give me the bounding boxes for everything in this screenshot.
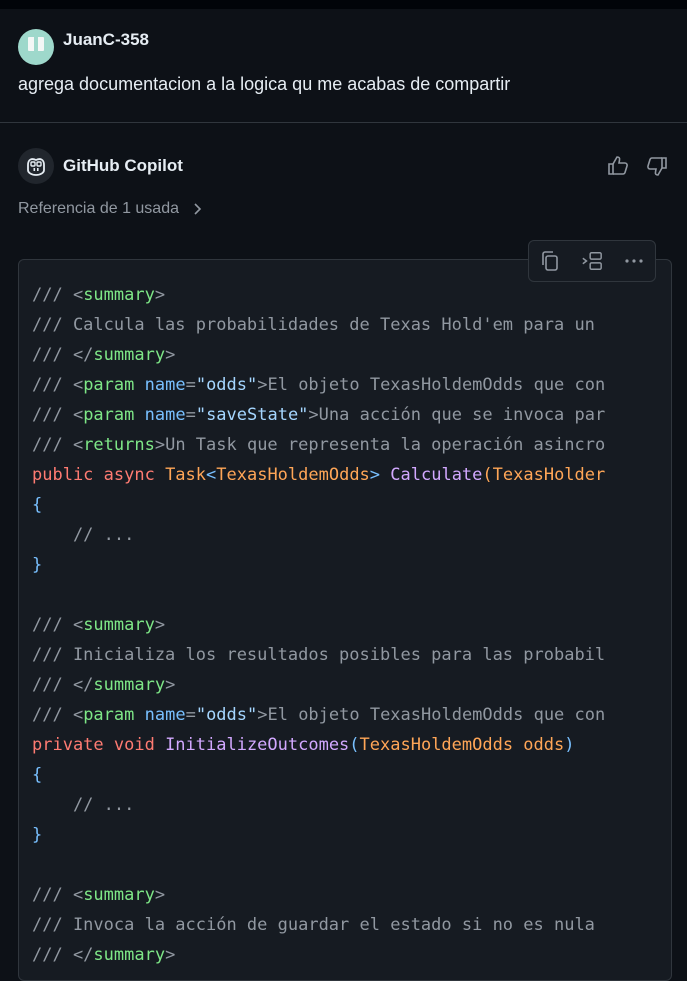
code-line-13: /// Inicializa los resultados posibles p… bbox=[32, 645, 606, 665]
code-line-2: /// Calcula las probabilidades de Texas … bbox=[32, 315, 595, 335]
user-message-text: agrega documentacion a la logica qu me a… bbox=[18, 74, 511, 94]
code-line-9: // ... bbox=[32, 525, 135, 545]
code-line-7: public async Task<TexasHoldemOdds> Calcu… bbox=[32, 465, 606, 485]
copy-icon[interactable] bbox=[539, 250, 561, 272]
top-bar bbox=[0, 0, 687, 9]
code-line-23: /// </summary> bbox=[32, 945, 176, 965]
code-line-15: /// <param name="odds">El objeto TexasHo… bbox=[32, 705, 606, 725]
code-line-22: /// Invoca la acción de guardar el estad… bbox=[32, 915, 595, 935]
code-content: /// <summary> /// Calcula las probabilida… bbox=[32, 280, 605, 970]
references-label: Referencia de 1 usada bbox=[18, 200, 179, 217]
code-line-6: /// <returns>Un Task que representa la o… bbox=[32, 435, 606, 455]
code-toolbar bbox=[528, 240, 656, 282]
code-line-3: /// </summary> bbox=[32, 345, 176, 365]
user-avatar[interactable] bbox=[18, 29, 54, 65]
user-name[interactable]: JuanC-358 bbox=[63, 30, 149, 50]
assistant-name: GitHub Copilot bbox=[63, 156, 183, 175]
code-block[interactable]: /// <summary> /// Calcula las probabilida… bbox=[18, 259, 672, 981]
thumbs-down-icon[interactable] bbox=[645, 154, 669, 178]
code-line-21: /// <summary> bbox=[32, 885, 166, 905]
code-line-10: } bbox=[32, 555, 43, 575]
chevron-right-icon bbox=[194, 203, 202, 215]
references-toggle[interactable]: Referencia de 1 usada bbox=[18, 200, 205, 218]
code-line-19: } bbox=[32, 825, 43, 845]
code-line-8: { bbox=[32, 495, 43, 515]
code-line-12: /// <summary> bbox=[32, 615, 166, 635]
insert-icon[interactable] bbox=[581, 250, 603, 272]
code-line-17: { bbox=[32, 765, 43, 785]
code-line-18: // ... bbox=[32, 795, 135, 815]
code-line-1: /// <summary> bbox=[32, 285, 166, 305]
thumbs-up-icon[interactable] bbox=[606, 154, 630, 178]
copilot-icon bbox=[27, 158, 45, 176]
more-icon[interactable] bbox=[623, 250, 645, 272]
code-line-14: /// </summary> bbox=[32, 675, 176, 695]
code-line-16: private void InitializeOutcomes(TexasHol… bbox=[32, 735, 575, 755]
message-divider bbox=[0, 122, 687, 123]
copilot-avatar bbox=[18, 148, 54, 184]
code-line-4: /// <param name="odds">El objeto TexasHo… bbox=[32, 375, 606, 395]
user-message: JuanC-358 agrega documentacion a la logi… bbox=[0, 9, 687, 122]
code-line-5: /// <param name="saveState">Una acción q… bbox=[32, 405, 606, 425]
